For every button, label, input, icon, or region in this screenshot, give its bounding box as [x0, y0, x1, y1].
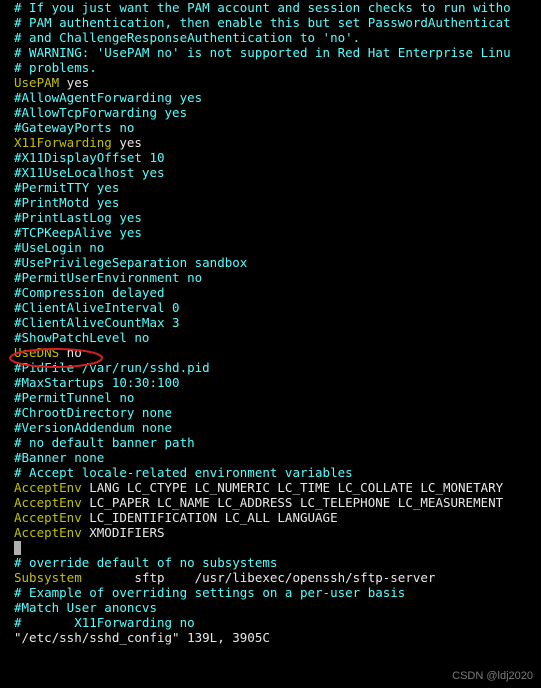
config-value: "/etc/ssh/sshd_config" 139L, 3905C	[14, 630, 270, 645]
comment-text: #X11UseLocalhost yes	[14, 165, 165, 180]
code-line	[14, 540, 527, 555]
comment-text: #AllowTcpForwarding yes	[14, 105, 187, 120]
code-line: #GatewayPorts no	[14, 120, 527, 135]
code-line: #TCPKeepAlive yes	[14, 225, 527, 240]
config-value: yes	[59, 75, 89, 90]
code-line: AcceptEnv LC_IDENTIFICATION LC_ALL LANGU…	[14, 510, 527, 525]
comment-text: # If you just want the PAM account and s…	[14, 0, 511, 15]
code-line: #ChrootDirectory none	[14, 405, 527, 420]
code-line: #ClientAliveCountMax 3	[14, 315, 527, 330]
code-line: #PermitTunnel no	[14, 390, 527, 405]
code-line: "/etc/ssh/sshd_config" 139L, 3905C	[14, 630, 527, 645]
comment-text: #Match User anoncvs	[14, 600, 157, 615]
config-value: LC_IDENTIFICATION LC_ALL LANGUAGE	[82, 510, 338, 525]
config-key: X11Forwarding	[14, 135, 112, 150]
code-line: # problems.	[14, 60, 527, 75]
config-key: AcceptEnv	[14, 480, 82, 495]
comment-text: #Banner none	[14, 450, 104, 465]
comment-text: #UsePrivilegeSeparation sandbox	[14, 255, 247, 270]
config-value: no	[59, 345, 82, 360]
watermark: CSDN @ldj2020	[452, 670, 533, 682]
comment-text: #Compression delayed	[14, 285, 165, 300]
comment-text: #MaxStartups 10:30:100	[14, 375, 180, 390]
code-line: # Example of overriding settings on a pe…	[14, 585, 527, 600]
code-line: AcceptEnv LC_PAPER LC_NAME LC_ADDRESS LC…	[14, 495, 527, 510]
code-line: # override default of no subsystems	[14, 555, 527, 570]
config-key: AcceptEnv	[14, 495, 82, 510]
code-line: # PAM authentication, then enable this b…	[14, 15, 527, 30]
code-line: AcceptEnv LANG LC_CTYPE LC_NUMERIC LC_TI…	[14, 480, 527, 495]
code-line: # and ChallengeResponseAuthentication to…	[14, 30, 527, 45]
code-line: #AllowAgentForwarding yes	[14, 90, 527, 105]
code-line: #VersionAddendum none	[14, 420, 527, 435]
code-line: #AllowTcpForwarding yes	[14, 105, 527, 120]
code-line: #MaxStartups 10:30:100	[14, 375, 527, 390]
config-value: LANG LC_CTYPE LC_NUMERIC LC_TIME LC_COLL…	[82, 480, 503, 495]
code-line: #X11UseLocalhost yes	[14, 165, 527, 180]
comment-text: #X11DisplayOffset 10	[14, 150, 165, 165]
code-line: #X11DisplayOffset 10	[14, 150, 527, 165]
comment-text: #PrintLastLog yes	[14, 210, 142, 225]
comment-text: #ShowPatchLevel no	[14, 330, 149, 345]
comment-text: # Example of overriding settings on a pe…	[14, 585, 405, 600]
code-line: #PermitUserEnvironment no	[14, 270, 527, 285]
code-line: # X11Forwarding no	[14, 615, 527, 630]
config-key: Subsystem	[14, 570, 82, 585]
comment-text: # PAM authentication, then enable this b…	[14, 15, 511, 30]
comment-text: # override default of no subsystems	[14, 555, 277, 570]
code-line: # If you just want the PAM account and s…	[14, 0, 527, 15]
config-value: LC_PAPER LC_NAME LC_ADDRESS LC_TELEPHONE…	[82, 495, 503, 510]
terminal-editor[interactable]: # If you just want the PAM account and s…	[0, 0, 541, 645]
comment-text: #ClientAliveInterval 0	[14, 300, 180, 315]
comment-text: #PidFile /var/run/sshd.pid	[14, 360, 210, 375]
code-line: Subsystem sftp /usr/libexec/openssh/sftp…	[14, 570, 527, 585]
code-line: #PrintMotd yes	[14, 195, 527, 210]
comment-text: # X11Forwarding no	[14, 615, 195, 630]
config-value: XMODIFIERS	[82, 525, 165, 540]
config-key: UseDNS	[14, 345, 59, 360]
config-value: sftp /usr/libexec/openssh/sftp-server	[82, 570, 436, 585]
comment-text: # and ChallengeResponseAuthentication to…	[14, 30, 360, 45]
code-line: X11Forwarding yes	[14, 135, 527, 150]
comment-text: #AllowAgentForwarding yes	[14, 90, 202, 105]
config-key: AcceptEnv	[14, 510, 82, 525]
code-line: #PidFile /var/run/sshd.pid	[14, 360, 527, 375]
comment-text: #GatewayPorts no	[14, 120, 134, 135]
code-line: #PrintLastLog yes	[14, 210, 527, 225]
code-line: #PermitTTY yes	[14, 180, 527, 195]
code-line: #UsePrivilegeSeparation sandbox	[14, 255, 527, 270]
code-line: UseDNS no	[14, 345, 527, 360]
comment-text: #PrintMotd yes	[14, 195, 119, 210]
code-line: #ClientAliveInterval 0	[14, 300, 527, 315]
comment-text: #PermitUserEnvironment no	[14, 270, 202, 285]
code-line: #ShowPatchLevel no	[14, 330, 527, 345]
code-line: UsePAM yes	[14, 75, 527, 90]
comment-text: #VersionAddendum none	[14, 420, 172, 435]
cursor-icon	[14, 541, 21, 555]
config-key: AcceptEnv	[14, 525, 82, 540]
comment-text: # WARNING: 'UsePAM no' is not supported …	[14, 45, 511, 60]
comment-text: # problems.	[14, 60, 97, 75]
config-key: UsePAM	[14, 75, 59, 90]
comment-text: # Accept locale-related environment vari…	[14, 465, 353, 480]
code-line: #Match User anoncvs	[14, 600, 527, 615]
comment-text: #UseLogin no	[14, 240, 104, 255]
code-line: # WARNING: 'UsePAM no' is not supported …	[14, 45, 527, 60]
code-line: # no default banner path	[14, 435, 527, 450]
code-line: #Banner none	[14, 450, 527, 465]
comment-text: #TCPKeepAlive yes	[14, 225, 142, 240]
code-line: #UseLogin no	[14, 240, 527, 255]
comment-text: # no default banner path	[14, 435, 195, 450]
code-line: AcceptEnv XMODIFIERS	[14, 525, 527, 540]
code-line: # Accept locale-related environment vari…	[14, 465, 527, 480]
comment-text: #PermitTTY yes	[14, 180, 119, 195]
comment-text: #ChrootDirectory none	[14, 405, 172, 420]
config-value: yes	[112, 135, 142, 150]
code-line: #Compression delayed	[14, 285, 527, 300]
comment-text: #ClientAliveCountMax 3	[14, 315, 180, 330]
comment-text: #PermitTunnel no	[14, 390, 134, 405]
